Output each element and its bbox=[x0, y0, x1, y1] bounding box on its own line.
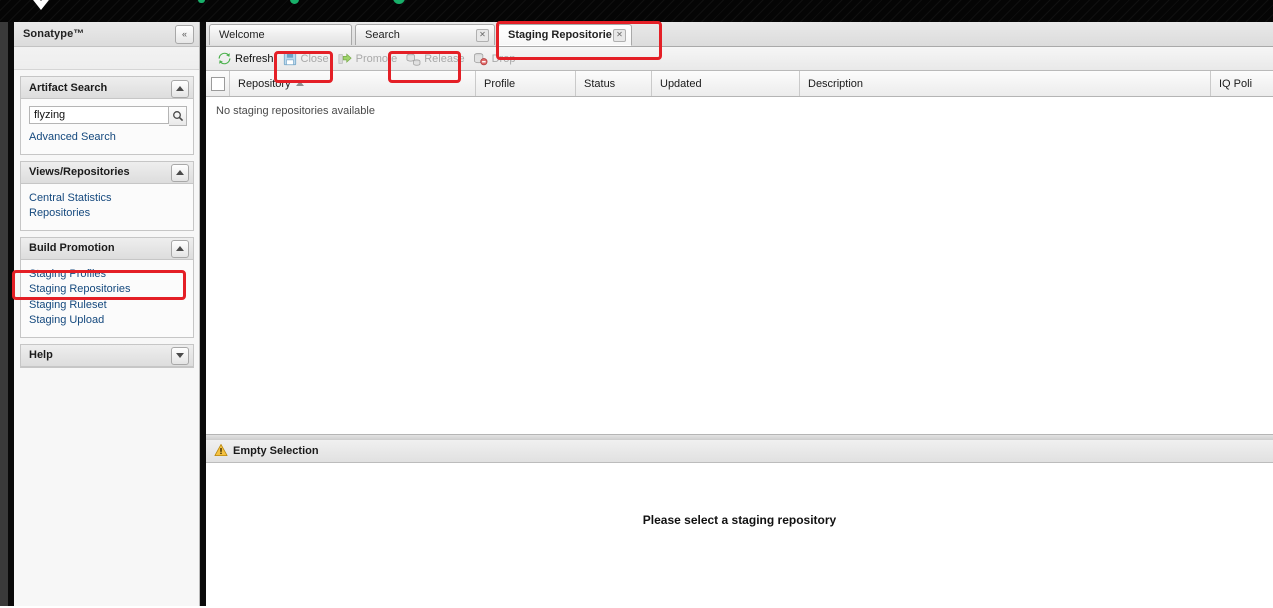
panel-build-promotion: Build Promotion Staging Profiles Staging… bbox=[20, 236, 194, 338]
tab-staging-repositories[interactable]: Staging Repositorie ✕ bbox=[498, 24, 632, 46]
sidebar-collapse-button[interactable]: « bbox=[175, 25, 194, 44]
top-banner bbox=[0, 0, 1273, 22]
column-header-repository[interactable]: Repository bbox=[230, 71, 476, 96]
column-label: Description bbox=[808, 77, 864, 90]
column-header-profile[interactable]: Profile bbox=[476, 71, 576, 96]
grid-body: No staging repositories available bbox=[206, 97, 1273, 434]
sidebar-spacer bbox=[14, 47, 200, 70]
close-label: Close bbox=[300, 52, 329, 65]
column-header-updated[interactable]: Updated bbox=[652, 71, 800, 96]
panel-title: Help bbox=[29, 349, 53, 361]
promote-arrow-icon bbox=[337, 51, 353, 67]
sidebar-item-staging-profiles[interactable]: Staging Profiles bbox=[29, 267, 185, 283]
banner-accent-1 bbox=[198, 0, 205, 3]
database-drop-icon bbox=[473, 51, 489, 67]
panel-views-repositories-header[interactable]: Views/Repositories bbox=[21, 161, 193, 184]
chevron-logo-icon bbox=[33, 0, 49, 10]
panel-title: Artifact Search bbox=[29, 81, 108, 94]
collapse-up-icon[interactable] bbox=[171, 240, 189, 258]
column-label: Status bbox=[584, 77, 616, 90]
app-root: Sonatype™ « Artifact Search flyzing Adva… bbox=[0, 0, 1273, 608]
promote-button[interactable]: Promote bbox=[335, 49, 404, 69]
collapse-up-icon[interactable] bbox=[171, 79, 189, 98]
refresh-icon bbox=[216, 51, 232, 67]
column-label: Profile bbox=[484, 77, 516, 90]
panel-artifact-search-header[interactable]: Artifact Search bbox=[21, 77, 193, 99]
collapse-up-icon[interactable] bbox=[171, 164, 189, 182]
sidebar-item-staging-ruleset[interactable]: Staging Ruleset bbox=[29, 298, 185, 314]
sidebar-header: Sonatype™ « bbox=[14, 22, 200, 47]
panel-help-header[interactable]: Help bbox=[21, 344, 193, 367]
brand-label: Sonatype™ bbox=[23, 28, 85, 40]
banner-accent-2 bbox=[290, 0, 299, 4]
panel-views-repositories-body: Central Statistics Repositories bbox=[21, 183, 193, 230]
release-label: Release bbox=[424, 52, 465, 65]
tab-label: Staging Repositorie bbox=[508, 29, 612, 41]
search-row bbox=[29, 106, 187, 126]
grid-empty-message: No staging repositories available bbox=[216, 105, 375, 117]
close-icon[interactable]: ✕ bbox=[613, 29, 626, 42]
warning-triangle-icon bbox=[214, 443, 228, 460]
panel-title: Views/Repositories bbox=[29, 166, 130, 178]
search-icon[interactable] bbox=[169, 106, 187, 126]
select-all-cell[interactable] bbox=[206, 71, 230, 96]
sidebar-collapse-label: « bbox=[181, 29, 187, 39]
column-header-status[interactable]: Status bbox=[576, 71, 652, 96]
detail-title: Empty Selection bbox=[233, 445, 319, 457]
expand-down-icon[interactable] bbox=[171, 347, 189, 365]
drop-button[interactable]: Drop bbox=[471, 49, 522, 69]
panel-build-promotion-body: Staging Profiles Staging Repositories St… bbox=[21, 259, 193, 337]
close-button[interactable]: Close bbox=[280, 49, 335, 69]
tab-label: Search bbox=[365, 29, 400, 41]
close-icon[interactable]: ✕ bbox=[476, 29, 489, 42]
drop-label: Drop bbox=[491, 52, 516, 65]
search-input[interactable] bbox=[29, 106, 169, 124]
column-header-iq-policy[interactable]: IQ Poli bbox=[1211, 71, 1273, 96]
banner-accent-3 bbox=[393, 0, 405, 4]
grid-toolbar: Refresh Close Promote Release Drop bbox=[206, 47, 1273, 71]
column-label: Updated bbox=[660, 77, 702, 90]
tab-search[interactable]: Search ✕ bbox=[355, 24, 495, 45]
tab-welcome[interactable]: Welcome bbox=[209, 24, 352, 45]
left-gutter bbox=[0, 22, 14, 608]
detail-body: Please select a staging repository bbox=[206, 463, 1273, 583]
save-disk-icon bbox=[282, 51, 298, 67]
release-button[interactable]: Release bbox=[403, 49, 470, 69]
panel-views-repositories: Views/Repositories Central Statistics Re… bbox=[20, 160, 194, 231]
column-label: IQ Poli bbox=[1219, 77, 1253, 90]
detail-message: Please select a staging repository bbox=[642, 513, 837, 527]
column-label: Repository bbox=[238, 77, 291, 90]
checkbox-icon[interactable] bbox=[210, 76, 225, 91]
detail-header: Empty Selection bbox=[206, 439, 1273, 463]
promote-label: Promote bbox=[355, 52, 398, 65]
tab-label: Welcome bbox=[219, 29, 265, 41]
panel-title: Build Promotion bbox=[29, 242, 115, 254]
sidebar: Sonatype™ « Artifact Search flyzing Adva… bbox=[14, 22, 201, 608]
link-advanced-search[interactable]: Advanced Search bbox=[29, 130, 185, 146]
sidebar-item-staging-upload[interactable]: Staging Upload bbox=[29, 313, 185, 329]
sidebar-item-repositories[interactable]: Repositories bbox=[29, 206, 185, 222]
grid-header: Repository Profile Status Updated Descri… bbox=[206, 71, 1273, 97]
panel-artifact-search: Artifact Search Advanced Search bbox=[20, 76, 194, 155]
panel-build-promotion-header[interactable]: Build Promotion bbox=[21, 237, 193, 260]
tab-strip: Welcome Search ✕ Staging Repositorie ✕ bbox=[206, 22, 1273, 47]
panel-artifact-search-body: Advanced Search bbox=[21, 99, 193, 154]
main-content: Welcome Search ✕ Staging Repositorie ✕ R… bbox=[206, 22, 1273, 608]
column-header-description[interactable]: Description bbox=[800, 71, 1211, 96]
refresh-label: Refresh bbox=[235, 52, 274, 65]
database-release-icon bbox=[405, 51, 421, 67]
refresh-button[interactable]: Refresh bbox=[214, 49, 280, 69]
sidebar-item-central-statistics[interactable]: Central Statistics bbox=[29, 191, 185, 207]
sort-asc-icon bbox=[295, 81, 304, 86]
sidebar-item-staging-repositories[interactable]: Staging Repositories bbox=[29, 282, 185, 298]
panel-help: Help bbox=[20, 343, 194, 368]
